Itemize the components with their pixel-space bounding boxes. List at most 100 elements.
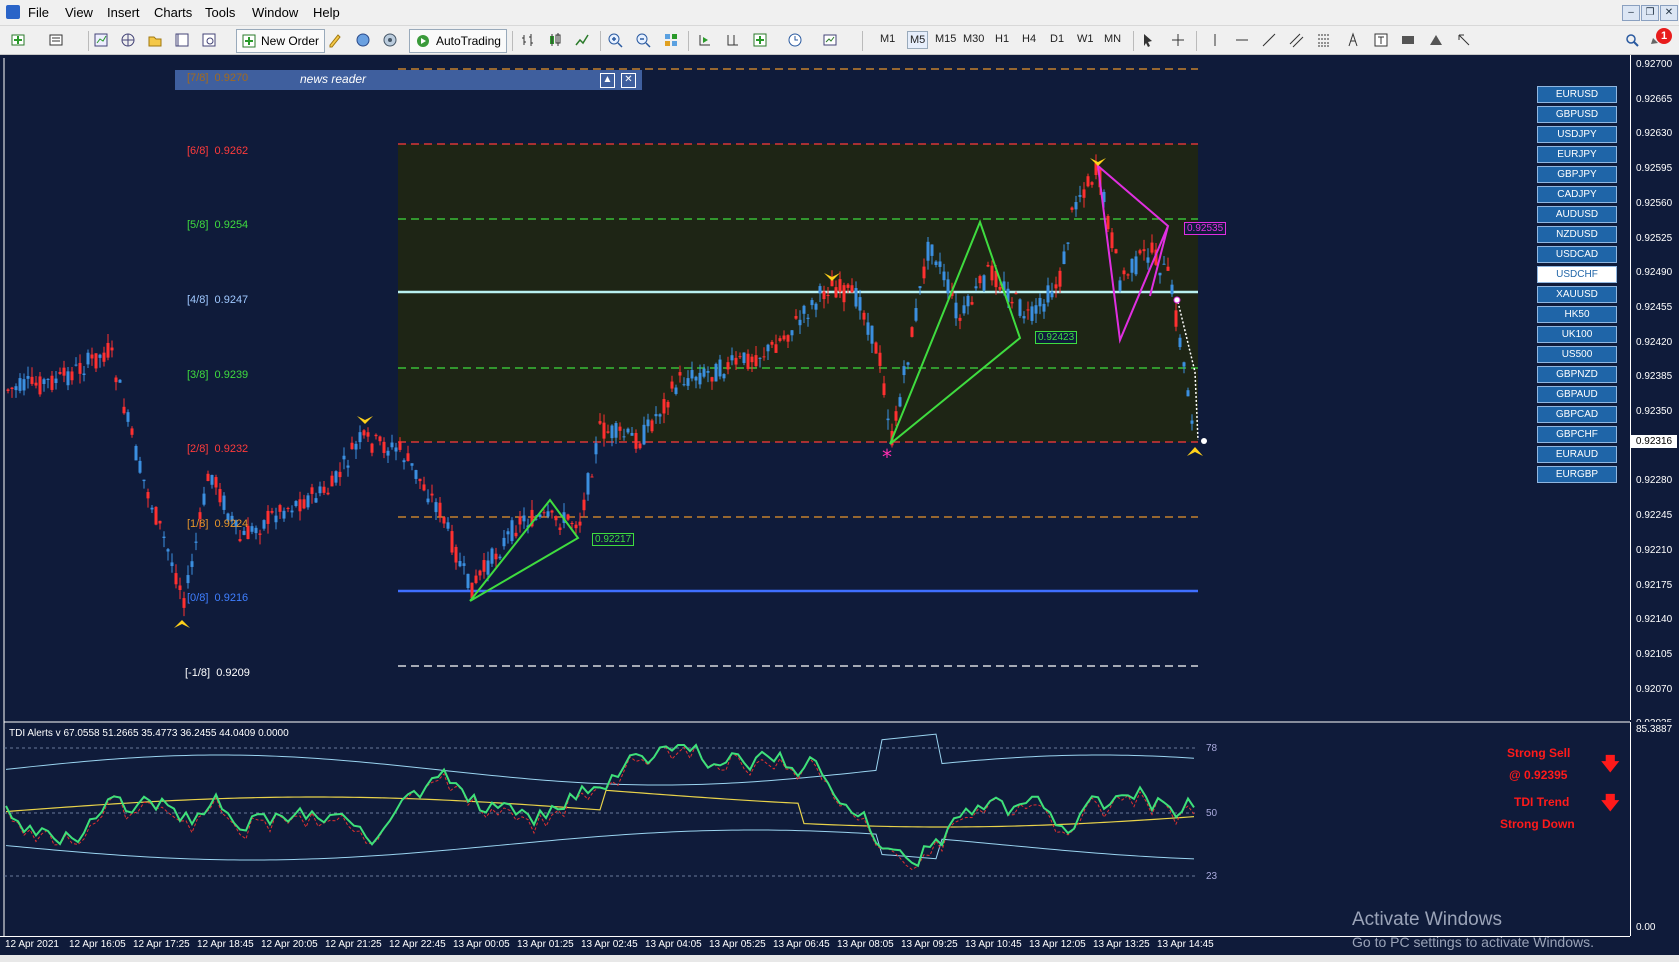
candle-body bbox=[370, 443, 374, 453]
symbol-button-eurjpy[interactable]: EURJPY bbox=[1537, 146, 1617, 163]
candle-body bbox=[434, 502, 438, 513]
symbol-button-euraud[interactable]: EURAUD bbox=[1537, 446, 1617, 463]
symbol-button-us500[interactable]: US500 bbox=[1537, 346, 1617, 363]
candle-body bbox=[274, 515, 278, 523]
symbol-button-xauusd[interactable]: XAUUSD bbox=[1537, 286, 1617, 303]
indicator-scale[interactable] bbox=[1630, 722, 1679, 936]
candle-body bbox=[490, 548, 494, 564]
candle-body bbox=[554, 516, 558, 521]
symbol-button-uk100[interactable]: UK100 bbox=[1537, 326, 1617, 343]
candle-body bbox=[638, 443, 642, 449]
candle-body bbox=[182, 598, 186, 608]
murrey-label-0: [0/8] 0.9216 bbox=[187, 592, 249, 604]
candle-body bbox=[290, 510, 294, 513]
candle-body bbox=[358, 432, 362, 443]
candle-body bbox=[362, 430, 366, 436]
candle-body bbox=[1134, 256, 1138, 275]
time-axis-label: 13 Apr 12:05 bbox=[1029, 939, 1086, 950]
candle-body bbox=[522, 515, 526, 522]
candle-body bbox=[626, 428, 630, 433]
candle-body bbox=[718, 359, 722, 377]
symbol-button-eurusd[interactable]: EURUSD bbox=[1537, 86, 1617, 103]
candle-body bbox=[450, 531, 454, 553]
symbol-button-gbpcad[interactable]: GBPCAD bbox=[1537, 406, 1617, 423]
symbol-button-gbpaud[interactable]: GBPAUD bbox=[1537, 386, 1617, 403]
candle-body bbox=[1062, 251, 1066, 265]
candle-body bbox=[1138, 250, 1142, 254]
symbol-button-audusd[interactable]: AUDUSD bbox=[1537, 206, 1617, 223]
symbol-button-cadjpy[interactable]: CADJPY bbox=[1537, 186, 1617, 203]
symbol-button-gbpchf[interactable]: GBPCHF bbox=[1537, 426, 1617, 443]
pattern-label-1: 0.92217 bbox=[592, 533, 635, 546]
symbol-button-gbpjpy[interactable]: GBPJPY bbox=[1537, 166, 1617, 183]
symbol-button-gbpusd[interactable]: GBPUSD bbox=[1537, 106, 1617, 123]
candle-body bbox=[218, 489, 222, 503]
candle-body bbox=[862, 312, 866, 320]
collapse-icon[interactable]: ▲ bbox=[600, 73, 615, 88]
symbol-button-nzdusd[interactable]: NZDUSD bbox=[1537, 226, 1617, 243]
candle-body bbox=[1162, 263, 1166, 265]
symbol-button-usdjpy[interactable]: USDJPY bbox=[1537, 126, 1617, 143]
price-scale-label: 0.92630 bbox=[1636, 128, 1673, 140]
candle-body bbox=[1182, 362, 1186, 367]
candle-body bbox=[746, 353, 750, 369]
candle-body bbox=[602, 422, 606, 439]
candle-body bbox=[494, 553, 498, 560]
candle-body bbox=[650, 420, 654, 432]
candle-body bbox=[1114, 249, 1118, 254]
price-scale-label: 0.92175 bbox=[1636, 579, 1673, 591]
candle-body bbox=[250, 526, 254, 532]
candle-body bbox=[930, 244, 934, 256]
candle-body bbox=[1118, 280, 1122, 291]
candle-body bbox=[706, 371, 710, 373]
time-axis-label: 12 Apr 21:25 bbox=[325, 939, 382, 950]
candle-body bbox=[866, 322, 870, 335]
tdi-level-label-23: 23 bbox=[1206, 871, 1218, 882]
candle-body bbox=[1086, 176, 1090, 187]
price-scale-label: 0.92700 bbox=[1636, 59, 1673, 70]
murrey-label-minus1: [-1/8] 0.9209 bbox=[185, 667, 250, 679]
time-axis-label: 13 Apr 01:25 bbox=[517, 939, 574, 950]
candle-body bbox=[946, 279, 950, 294]
price-scale-label: 0.92490 bbox=[1636, 267, 1673, 279]
time-axis-label: 12 Apr 2021 bbox=[5, 939, 59, 950]
time-axis-label: 13 Apr 10:45 bbox=[965, 939, 1022, 950]
candle-body bbox=[1122, 270, 1126, 275]
candle-body bbox=[558, 527, 562, 530]
candle-body bbox=[510, 520, 514, 542]
symbol-button-usdcad[interactable]: USDCAD bbox=[1537, 246, 1617, 263]
close-icon[interactable]: ✕ bbox=[621, 73, 636, 88]
candle-body bbox=[1030, 306, 1034, 321]
candle-body bbox=[26, 376, 30, 379]
tdi-level-label-50: 50 bbox=[1206, 808, 1218, 819]
candle-body bbox=[898, 397, 902, 407]
symbol-button-usdchf[interactable]: USDCHF bbox=[1537, 266, 1617, 283]
candle-body bbox=[998, 287, 1002, 290]
symbol-button-eurgbp[interactable]: EURGBP bbox=[1537, 466, 1617, 483]
candle-body bbox=[970, 302, 974, 305]
tdi-level-label-78: 78 bbox=[1206, 743, 1218, 754]
candle-body bbox=[710, 377, 714, 382]
candle-body bbox=[570, 523, 574, 525]
candle-body bbox=[822, 291, 826, 300]
candle-body bbox=[186, 575, 190, 584]
candle-body bbox=[886, 418, 890, 421]
candle-body bbox=[1058, 270, 1062, 287]
murrey-label-1: [1/8] 0.9224 bbox=[187, 518, 249, 530]
candle-body bbox=[618, 426, 622, 431]
murrey-label-6: [6/8] 0.9262 bbox=[187, 145, 249, 157]
candle-body bbox=[6, 389, 10, 391]
time-axis-label: 12 Apr 16:05 bbox=[69, 939, 126, 950]
candle-body bbox=[842, 285, 846, 303]
candle-body bbox=[962, 305, 966, 314]
candle-body bbox=[58, 371, 62, 374]
candle-body bbox=[166, 549, 170, 552]
candle-body bbox=[1034, 305, 1038, 314]
candle-body bbox=[586, 473, 590, 495]
symbol-button-hk50[interactable]: HK50 bbox=[1537, 306, 1617, 323]
candle-body bbox=[734, 357, 738, 365]
symbol-button-gbpnzd[interactable]: GBPNZD bbox=[1537, 366, 1617, 383]
candle-body bbox=[126, 412, 130, 422]
candle-body bbox=[266, 510, 270, 524]
candle-body bbox=[382, 441, 386, 453]
